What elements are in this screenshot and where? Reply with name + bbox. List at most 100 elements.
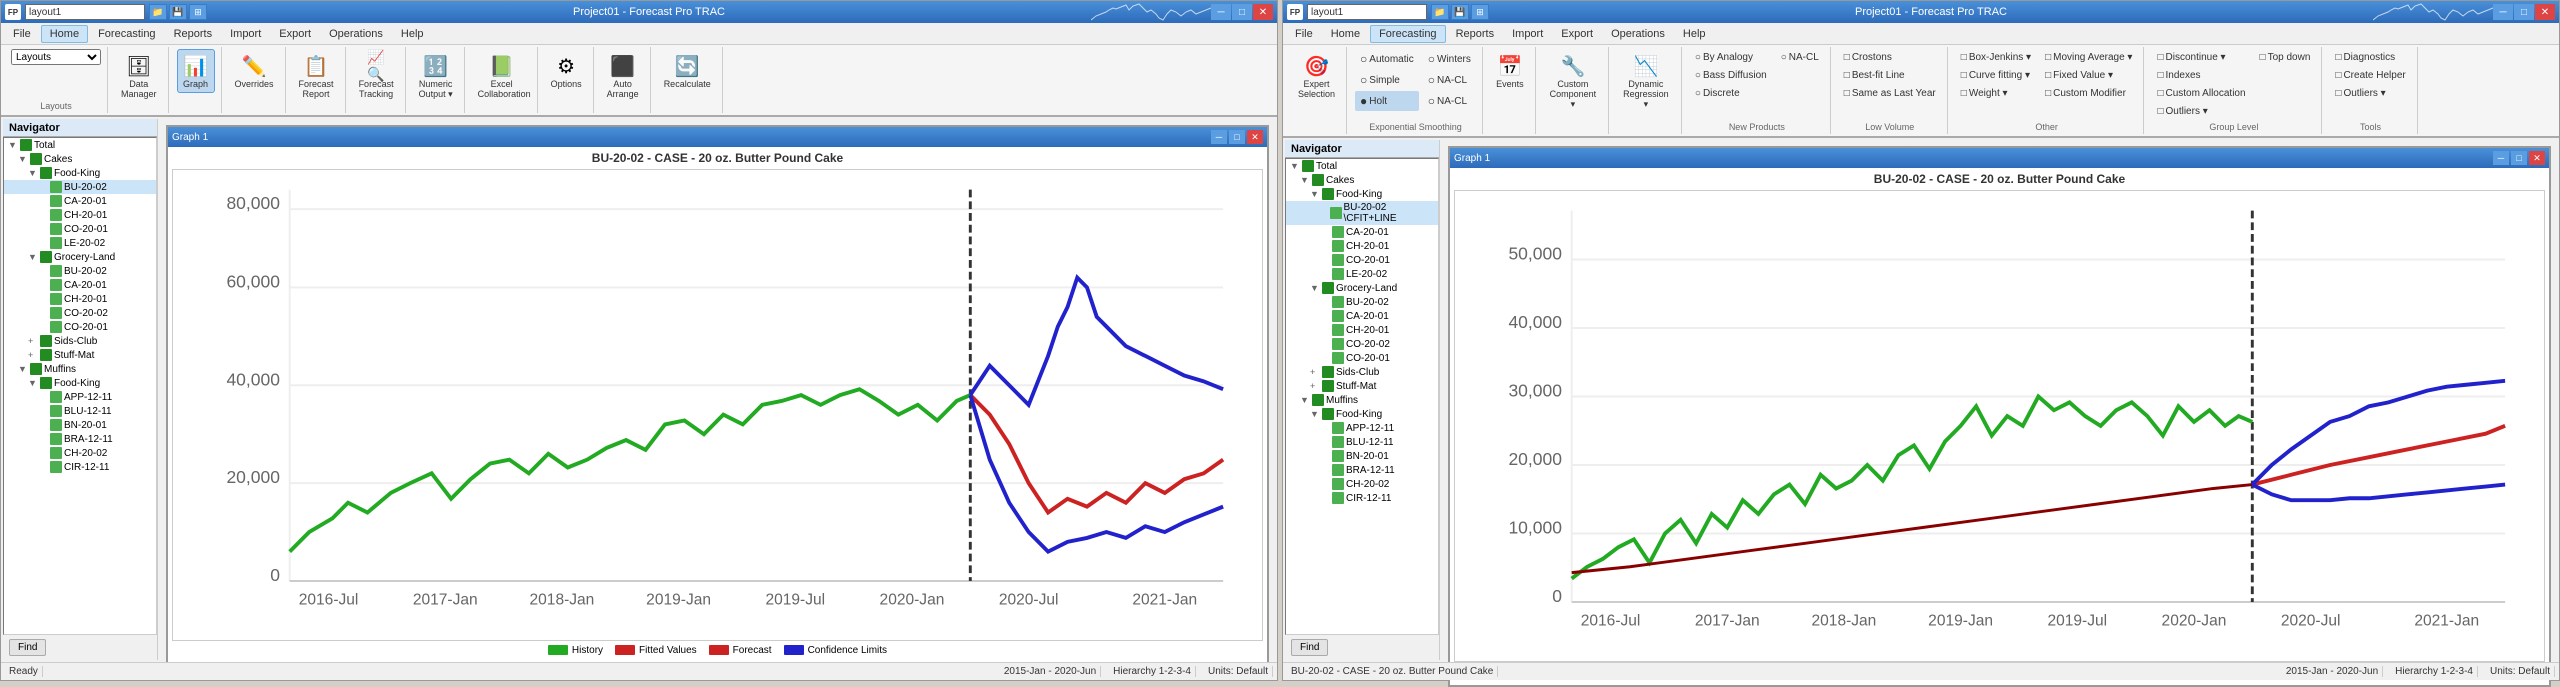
nacl2-btn[interactable]: ○NA-CL	[1423, 91, 1476, 111]
tree-item[interactable]: CO-20-02	[4, 306, 156, 320]
tree-toggle[interactable]: +	[1310, 381, 1320, 391]
menu-import-left[interactable]: Import	[222, 26, 269, 42]
numeric-output-btn[interactable]: 🔢 NumericOutput ▾	[414, 49, 458, 103]
tree-item[interactable]: CH-20-01	[1286, 239, 1438, 253]
outliers-group-btn[interactable]: □Outliers ▾	[2152, 103, 2250, 120]
tree-toggle[interactable]: ▼	[1300, 395, 1310, 405]
tree-item[interactable]: ▼ Total	[4, 138, 156, 152]
layout-input-right[interactable]	[1307, 4, 1427, 20]
layouts-dropdown[interactable]: Layouts	[11, 49, 101, 65]
graph-maximize-left[interactable]: □	[1229, 130, 1245, 144]
menu-import-right[interactable]: Import	[1504, 26, 1551, 42]
discontinue-btn[interactable]: □Discontinue ▾	[2152, 49, 2250, 66]
layout-input-left[interactable]	[25, 4, 145, 20]
minimize-btn-right[interactable]: ─	[2493, 4, 2513, 20]
menu-export-right[interactable]: Export	[1553, 26, 1601, 42]
tree-toggle[interactable]: ▼	[8, 140, 18, 150]
tree-item[interactable]: CO-20-01	[1286, 253, 1438, 267]
tree-item[interactable]: CO-20-01	[4, 222, 156, 236]
indexes-btn[interactable]: □Indexes	[2152, 67, 2250, 84]
forecast-report-btn[interactable]: 📋 ForecastReport	[294, 49, 339, 103]
tree-item[interactable]: ▼ Food-King	[1286, 407, 1438, 421]
tree-item[interactable]: BN-20-01	[4, 418, 156, 432]
tree-toggle[interactable]: +	[28, 350, 38, 360]
tree-item[interactable]: CA-20-01	[1286, 309, 1438, 323]
tree-toggle[interactable]: +	[1310, 367, 1320, 377]
events-btn[interactable]: 📅 Events	[1491, 49, 1529, 93]
tree-item[interactable]: BRA-12-11	[1286, 463, 1438, 477]
tree-item[interactable]: CO-20-01	[4, 320, 156, 334]
menu-reports-right[interactable]: Reports	[1448, 26, 1503, 42]
minimize-btn-left[interactable]: ─	[1211, 4, 1231, 20]
auto-arrange-btn[interactable]: ⬛ AutoArrange	[602, 49, 644, 103]
recalculate-btn[interactable]: 🔄 Recalculate	[659, 49, 716, 93]
tree-item[interactable]: ▼ Cakes	[4, 152, 156, 166]
tree-item[interactable]: CH-20-01	[1286, 323, 1438, 337]
graph-minimize-left[interactable]: ─	[1211, 130, 1227, 144]
menu-export-left[interactable]: Export	[271, 26, 319, 42]
tree-item[interactable]: CH-20-02	[4, 446, 156, 460]
tree-item[interactable]: ▼ Cakes	[1286, 173, 1438, 187]
graph-btn[interactable]: 📊 Graph	[177, 49, 215, 93]
graph-close-left[interactable]: ✕	[1247, 130, 1263, 144]
close-btn-right[interactable]: ✕	[2535, 4, 2555, 20]
excel-btn[interactable]: 📗 ExcelCollaboration	[473, 49, 531, 103]
settings-icon-left[interactable]: ⊞	[189, 4, 207, 20]
folder-icon-right[interactable]: 📁	[1431, 4, 1449, 20]
tree-item[interactable]: BU-20-02	[4, 264, 156, 278]
menu-forecasting-left[interactable]: Forecasting	[90, 26, 163, 42]
tree-item[interactable]: ▼ Muffins	[4, 362, 156, 376]
graph-maximize-right[interactable]: □	[2511, 151, 2527, 165]
diagnostics-btn[interactable]: □Diagnostics	[2330, 49, 2410, 66]
outliers-tools-btn[interactable]: □Outliers ▾	[2330, 85, 2410, 102]
moving-average-btn[interactable]: □Moving Average ▾	[2040, 49, 2137, 66]
tree-item[interactable]: APP-12-11	[1286, 421, 1438, 435]
tree-item[interactable]: CH-20-01	[4, 292, 156, 306]
tree-item[interactable]: ▼ Total	[1286, 159, 1438, 173]
tree-toggle[interactable]: ▼	[28, 168, 38, 178]
bass-diffusion-btn[interactable]: ○Bass Diffusion	[1690, 67, 1772, 84]
menu-file-left[interactable]: File	[5, 26, 39, 42]
tree-item[interactable]: BLU-12-11	[1286, 435, 1438, 449]
curve-fitting-btn[interactable]: □Curve fitting ▾	[1956, 67, 2036, 84]
automatic-btn[interactable]: ○Automatic	[1355, 49, 1419, 69]
tree-toggle[interactable]: ▼	[18, 364, 28, 374]
tree-item[interactable]: CIR-12-11	[1286, 491, 1438, 505]
tree-toggle[interactable]: +	[28, 336, 38, 346]
graph-minimize-right[interactable]: ─	[2493, 151, 2509, 165]
tree-toggle[interactable]: ▼	[1300, 175, 1310, 185]
tree-item[interactable]: ▼ Grocery-Land	[4, 250, 156, 264]
tree-item[interactable]: BLU-12-11	[4, 404, 156, 418]
forecast-tracking-btn[interactable]: 📈🔍 ForecastTracking	[354, 49, 399, 103]
box-jenkins-btn[interactable]: □Box-Jenkins ▾	[1956, 49, 2036, 66]
menu-file-right[interactable]: File	[1287, 26, 1321, 42]
tree-item[interactable]: CA-20-01	[4, 278, 156, 292]
tree-toggle[interactable]: ▼	[1310, 283, 1320, 293]
tree-item[interactable]: LE-20-02	[4, 236, 156, 250]
data-manager-btn[interactable]: 🗄 DataManager	[116, 49, 162, 103]
top-down-btn[interactable]: □Top down	[2255, 49, 2316, 66]
tree-toggle[interactable]: ▼	[28, 252, 38, 262]
options-btn[interactable]: ⚙ Options	[546, 49, 587, 93]
dynamic-regression-btn[interactable]: 📉 DynamicRegression ▾	[1617, 49, 1675, 113]
tree-item[interactable]: CH-20-01	[4, 208, 156, 222]
maximize-btn-left[interactable]: □	[1232, 4, 1252, 20]
tree-item[interactable]: BRA-12-11	[4, 432, 156, 446]
fixed-value-btn[interactable]: □Fixed Value ▾	[2040, 67, 2137, 84]
close-btn-left[interactable]: ✕	[1253, 4, 1273, 20]
tree-item[interactable]: CO-20-01	[1286, 351, 1438, 365]
custom-allocation-btn[interactable]: □Custom Allocation	[2152, 85, 2250, 102]
tree-toggle[interactable]: ▼	[28, 378, 38, 388]
menu-operations-right[interactable]: Operations	[1603, 26, 1673, 42]
custom-component-btn[interactable]: 🔧 CustomComponent ▾	[1544, 49, 1602, 113]
menu-forecasting-right[interactable]: Forecasting	[1370, 25, 1445, 43]
by-analogy-btn[interactable]: ○By Analogy	[1690, 49, 1772, 66]
best-fit-btn[interactable]: □Best-fit Line	[1839, 67, 1941, 84]
discrete-btn[interactable]: ○Discrete	[1690, 85, 1772, 102]
same-last-year-btn[interactable]: □Same as Last Year	[1839, 85, 1941, 102]
np-nacl-btn[interactable]: ○NA-CL	[1776, 49, 1824, 66]
custom-modifier-btn[interactable]: □Custom Modifier	[2040, 85, 2137, 102]
tree-item[interactable]: ▼ Food-King	[1286, 187, 1438, 201]
menu-help-right[interactable]: Help	[1675, 26, 1714, 42]
menu-operations-left[interactable]: Operations	[321, 26, 391, 42]
